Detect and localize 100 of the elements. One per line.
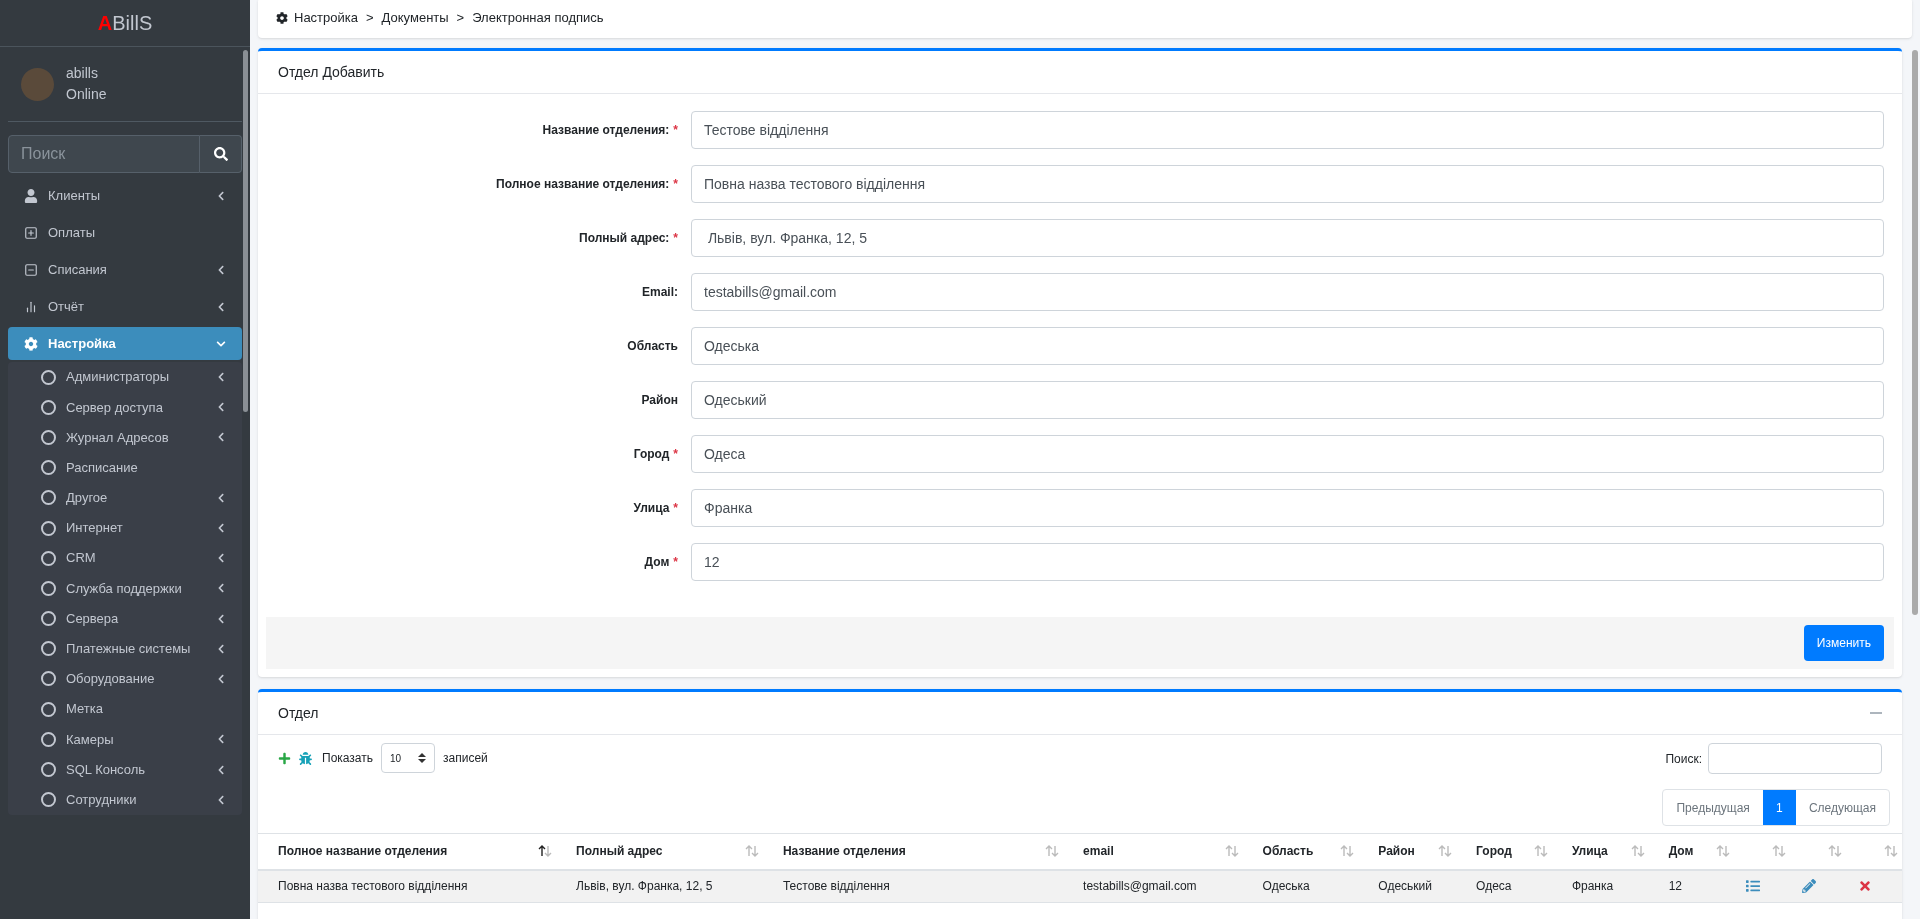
chevron-left-icon: [216, 553, 226, 564]
input-field[interactable]: Одеський: [691, 381, 1884, 419]
submenu-item[interactable]: SQL Консоль: [8, 754, 242, 785]
sidebar-item[interactable]: Списания: [8, 253, 242, 286]
avatar: [21, 67, 54, 101]
column-header[interactable]: Область: [1262, 842, 1314, 861]
column-header[interactable]: Полный адрес: [576, 842, 663, 861]
column-header[interactable]: Дом: [1668, 842, 1694, 861]
input-field[interactable]: Одеса: [691, 435, 1884, 473]
chevron-left-icon: [216, 673, 226, 684]
breadcrumb-link[interactable]: Настройка: [294, 8, 358, 28]
sidebar-item[interactable]: Оплаты: [8, 216, 242, 249]
submenu-item[interactable]: Интернет: [8, 512, 242, 544]
field-label: Район: [641, 392, 678, 409]
column-header[interactable]: Полное название отделения: [278, 842, 448, 861]
field-label: Улица: [633, 500, 670, 517]
table-cell: Львів, вул. Франка, 12, 5: [576, 879, 713, 894]
submenu-item[interactable]: Оборудование: [8, 663, 242, 695]
column-header[interactable]: Название отделения: [782, 842, 906, 861]
submenu-item[interactable]: Сотрудники: [8, 784, 242, 815]
submenu-item[interactable]: Расписание: [8, 452, 242, 483]
submenu-item[interactable]: Сервер доступа: [8, 392, 242, 423]
user-icon: [24, 188, 38, 203]
gear-icon: [24, 336, 38, 351]
user-name[interactable]: abills: [66, 63, 107, 84]
breadcrumb-link[interactable]: Документы: [381, 8, 449, 28]
breadcrumb-separator: >: [456, 9, 465, 28]
submenu-item[interactable]: Платежные системы: [8, 633, 242, 664]
add-icon[interactable]: [278, 751, 291, 765]
table-search-field[interactable]: [1708, 743, 1882, 774]
sidebar-item[interactable]: Клиенты: [8, 179, 242, 212]
input-field[interactable]: Франка: [691, 489, 1884, 527]
required-mark: *: [673, 122, 678, 139]
submenu-item[interactable]: Метка: [8, 694, 242, 725]
bug-icon[interactable]: [299, 751, 312, 765]
card-title: Отдел: [278, 703, 319, 723]
input-field[interactable]: Львів, вул. Франка, 12, 5: [691, 219, 1884, 257]
input-field[interactable]: testabills@gmail.com: [691, 273, 1884, 311]
submenu-item[interactable]: Администраторы: [8, 362, 242, 393]
sort-caret-icon: [418, 752, 426, 764]
submenu-item[interactable]: Другое: [8, 482, 242, 513]
previous-button[interactable]: Предыдущая: [1663, 790, 1763, 825]
submenu-item[interactable]: Камеры: [8, 724, 242, 755]
chevron-left-icon: [216, 794, 226, 805]
field-label: Область: [627, 338, 678, 355]
chevron-left-icon: [216, 583, 226, 594]
input-field[interactable]: 12: [691, 543, 1884, 581]
chevron-left-icon: [216, 402, 226, 413]
chevron-left-icon: [216, 301, 226, 312]
page-size-select[interactable]: 10: [381, 743, 435, 773]
edit-icon[interactable]: [1802, 879, 1817, 894]
table-cell: Франка: [1571, 879, 1614, 894]
scrollbar[interactable]: [243, 50, 248, 412]
search-icon: [213, 147, 228, 161]
required-mark: *: [673, 176, 678, 193]
chevron-left-icon: [216, 643, 226, 654]
page-scrollbar[interactable]: [1912, 50, 1918, 615]
table-cell: Одеська: [1262, 879, 1310, 894]
submenu-item[interactable]: Журнал Адресов: [8, 422, 242, 453]
delete-icon[interactable]: [1858, 879, 1873, 894]
chevron-left-icon: [216, 432, 226, 443]
column-header[interactable]: Город: [1476, 842, 1512, 861]
column-header[interactable]: email: [1083, 842, 1114, 861]
breadcrumb-separator: >: [366, 9, 374, 28]
list-icon[interactable]: [1746, 879, 1761, 894]
submenu-item[interactable]: Служба поддержки: [8, 573, 242, 604]
table-cell: Тестове відділення: [782, 879, 890, 894]
required-mark: *: [673, 230, 678, 247]
chevron-left-icon: [216, 372, 226, 383]
breadcrumb-link[interactable]: Электронная подпись: [472, 8, 604, 28]
column-header[interactable]: Район: [1378, 842, 1415, 861]
page-button[interactable]: 1: [1762, 790, 1796, 825]
sort-icon[interactable]: [538, 845, 553, 858]
field-label: Полный адрес:: [579, 230, 670, 247]
user-status: Online: [66, 85, 107, 104]
sidebar-item[interactable]: Настройка: [8, 327, 242, 360]
sidebar-item[interactable]: Отчёт: [8, 290, 242, 323]
chevron-left-icon: [216, 613, 226, 624]
table-cell: Повна назва тестового відділення: [278, 879, 468, 894]
field-label: Дом: [644, 554, 670, 571]
submenu-item[interactable]: CRM: [8, 543, 242, 574]
search-label: Поиск:: [1665, 750, 1702, 768]
search-field[interactable]: Поиск: [8, 135, 200, 173]
column-header[interactable]: Улица: [1571, 842, 1608, 861]
bar-chart-icon: [24, 299, 38, 314]
logo[interactable]: ABillS: [97, 8, 153, 38]
minus-square-icon: [24, 262, 38, 277]
submenu-item[interactable]: Сервера: [8, 603, 242, 634]
field-label: Полное название отделения:: [496, 176, 670, 193]
input-field[interactable]: Одеська: [691, 327, 1884, 365]
input-field[interactable]: Повна назва тестового відділення: [691, 165, 1884, 203]
table-cell: Одеса: [1476, 879, 1512, 894]
field-label: Название отделения:: [542, 122, 670, 139]
table-cell: Одеський: [1378, 879, 1432, 894]
submit-button[interactable]: Изменить: [1803, 625, 1884, 661]
chevron-left-icon: [216, 764, 226, 775]
next-button[interactable]: Следующая: [1795, 790, 1889, 825]
search-button[interactable]: [200, 135, 242, 173]
input-field[interactable]: Тестове відділення: [691, 111, 1884, 149]
field-label: Email:: [642, 284, 678, 301]
